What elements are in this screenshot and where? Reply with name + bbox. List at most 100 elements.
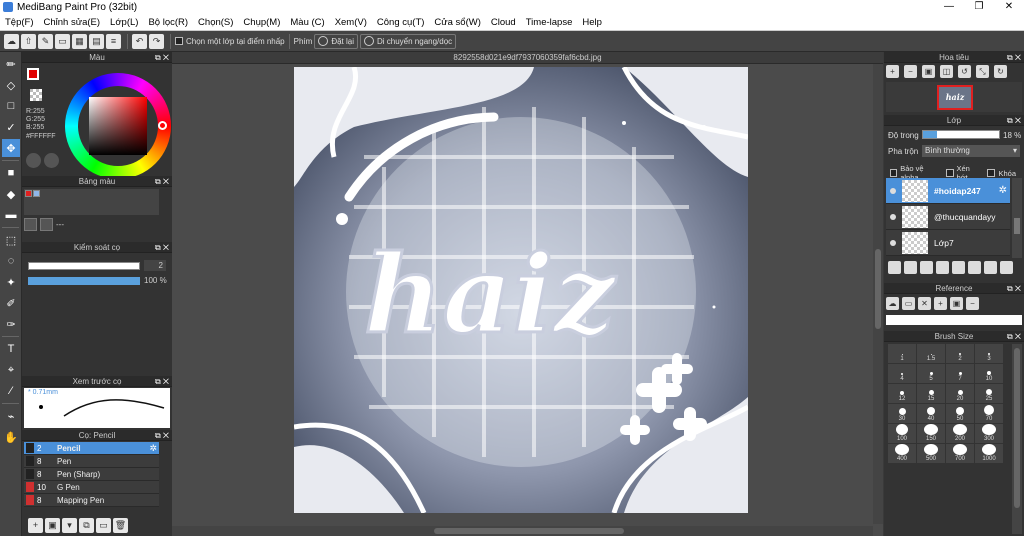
brush-size-option[interactable]: 10	[975, 364, 1003, 383]
check-tool-icon[interactable]: ✓	[2, 118, 20, 136]
brush-size-option[interactable]: 1	[888, 344, 916, 363]
panel-controls-icon[interactable]: ⧉ ✕	[1007, 283, 1021, 294]
rotate-right-icon[interactable]: ↻	[994, 65, 1007, 78]
menu-window[interactable]: Cửa sổ(W)	[429, 17, 485, 28]
layer-menu-icon[interactable]	[1000, 261, 1013, 274]
move-tool-icon[interactable]: ✥	[2, 139, 20, 157]
layer-scrollbar[interactable]	[1012, 178, 1022, 258]
magic-wand-tool-icon[interactable]: ✦	[2, 273, 20, 291]
brush-size-option[interactable]: 3	[975, 344, 1003, 363]
brush-item-pencil[interactable]: 2 Pencil ✲	[24, 442, 159, 455]
brush-item-g-pen[interactable]: 10 G Pen	[24, 481, 159, 494]
brush-folder-icon[interactable]: ▭	[96, 518, 111, 533]
scroll-thumb[interactable]	[1014, 348, 1020, 508]
brush-size-option[interactable]: 12	[888, 384, 916, 403]
select-eraser-tool-icon[interactable]: ✑	[2, 315, 20, 333]
artwork-canvas[interactable]: haiz	[294, 67, 748, 513]
minimize-button[interactable]: —	[934, 0, 964, 14]
dropper-tool-icon[interactable]: ⁄	[2, 382, 20, 400]
checkbox-box[interactable]	[987, 169, 996, 177]
brush-size-scrollbar[interactable]	[1012, 344, 1022, 534]
duplicate-layer-icon[interactable]	[920, 261, 933, 274]
new-layer-icon[interactable]	[888, 261, 901, 274]
menu-cloud[interactable]: Cloud	[486, 17, 521, 28]
panel-controls-icon[interactable]: ⧉ ✕	[1007, 52, 1021, 63]
panel-controls-icon[interactable]: ⧉ ✕	[1007, 331, 1021, 342]
menu-capture[interactable]: Chụp(M)	[238, 17, 285, 28]
layer-row[interactable]: Lớp7	[886, 230, 1010, 256]
canvas-horizontal-scrollbar[interactable]	[172, 526, 873, 536]
cloud-icon[interactable]: ☁	[4, 33, 19, 49]
brush-size-slider[interactable]	[28, 262, 140, 270]
canvas-vertical-scrollbar[interactable]	[873, 64, 883, 524]
navigator-view[interactable]: haiz	[886, 82, 1022, 112]
brush-item-pen[interactable]: 8 Pen	[24, 455, 159, 468]
comment-icon[interactable]: ✎	[38, 33, 53, 49]
merge-layer-icon[interactable]	[984, 261, 997, 274]
brush-size-option[interactable]: 20	[946, 384, 974, 403]
panel-controls-icon[interactable]: ⧉ ✕	[155, 52, 169, 63]
brush-size-option[interactable]: 500	[917, 444, 945, 463]
eraser-tool-icon[interactable]: ◇	[2, 76, 20, 94]
new-raster-layer-icon[interactable]	[904, 261, 917, 274]
brush-size-option[interactable]: 300	[975, 424, 1003, 443]
checkbox-box[interactable]	[890, 169, 898, 177]
brush-size-option[interactable]: 15	[917, 384, 945, 403]
brush-copy-icon[interactable]: ⧉	[79, 518, 94, 533]
brush-size-option[interactable]: 1000	[975, 444, 1003, 463]
gear-icon[interactable]: ✲	[999, 185, 1007, 196]
delete-brush-icon[interactable]: 🗑	[113, 518, 128, 533]
brush-size-option[interactable]: 5	[917, 364, 945, 383]
move-up-icon[interactable]	[936, 261, 949, 274]
brush-size-value[interactable]: 2	[144, 260, 166, 271]
operation-tool-icon[interactable]: ⌖	[2, 361, 20, 379]
fit-icon[interactable]: ▣	[950, 297, 963, 310]
flip-icon[interactable]: ⤡	[976, 65, 989, 78]
brush-opacity-slider[interactable]	[28, 277, 140, 285]
shape-tool-icon[interactable]: □	[2, 97, 20, 115]
palette-area[interactable]	[24, 189, 159, 215]
document-icon[interactable]: ▤	[89, 33, 104, 49]
layer-row[interactable]: @thucquandayy	[886, 204, 1010, 230]
brush-size-option[interactable]: 200	[946, 424, 974, 443]
add-brush-icon[interactable]: +	[28, 518, 43, 533]
upload-icon[interactable]: ⇧	[21, 33, 36, 49]
undo-icon[interactable]: ↶	[132, 33, 147, 49]
visibility-icon[interactable]	[890, 239, 896, 246]
fill-rect-tool-icon[interactable]: ■	[2, 164, 20, 182]
navigator-thumbnail[interactable]: haiz	[937, 85, 973, 110]
close-button[interactable]: ✕	[994, 0, 1024, 14]
panel-controls-icon[interactable]: ⧉ ✕	[155, 242, 169, 253]
reference-view[interactable]	[886, 315, 1022, 325]
scroll-thumb[interactable]	[434, 528, 624, 534]
close-icon[interactable]: ✕	[918, 297, 931, 310]
brush-size-option[interactable]: 4	[888, 364, 916, 383]
redo-icon[interactable]: ↷	[149, 33, 164, 49]
new-palette-icon[interactable]	[24, 218, 37, 231]
brush-import-icon[interactable]: ▾	[62, 518, 77, 533]
menu-filter[interactable]: Bộ lọc(R)	[143, 17, 193, 28]
cloud-icon[interactable]: ☁	[886, 297, 899, 310]
blend-mode-select[interactable]: Bình thường ▾	[922, 145, 1020, 157]
menu-help[interactable]: Help	[577, 17, 607, 28]
brush-size-option[interactable]: 7	[946, 364, 974, 383]
fit-icon[interactable]: ▣	[922, 65, 935, 78]
gradient-tool-icon[interactable]: ▬	[2, 206, 20, 224]
brush-size-option[interactable]: 150	[917, 424, 945, 443]
menu-file[interactable]: Tệp(F)	[0, 17, 39, 28]
text-tool-icon[interactable]: T	[2, 340, 20, 358]
bucket-tool-icon[interactable]: ◆	[2, 185, 20, 203]
menu-layer[interactable]: Lớp(L)	[105, 17, 143, 28]
folder-icon[interactable]	[968, 261, 981, 274]
checkbox-box[interactable]	[946, 169, 954, 177]
gear-icon[interactable]: ✲	[149, 443, 157, 454]
panel-controls-icon[interactable]: ⧉ ✕	[1007, 115, 1021, 126]
visibility-icon[interactable]	[890, 187, 896, 194]
grid-icon[interactable]: ▦	[72, 33, 87, 49]
visibility-icon[interactable]	[890, 213, 896, 220]
rotate-left-icon[interactable]: ↺	[958, 65, 971, 78]
brush-item-pen-sharp[interactable]: 8 Pen (Sharp)	[24, 468, 159, 481]
palette-swatch[interactable]	[25, 190, 32, 197]
brush-size-option[interactable]: 400	[888, 444, 916, 463]
chat-icon[interactable]: ▭	[55, 33, 70, 49]
